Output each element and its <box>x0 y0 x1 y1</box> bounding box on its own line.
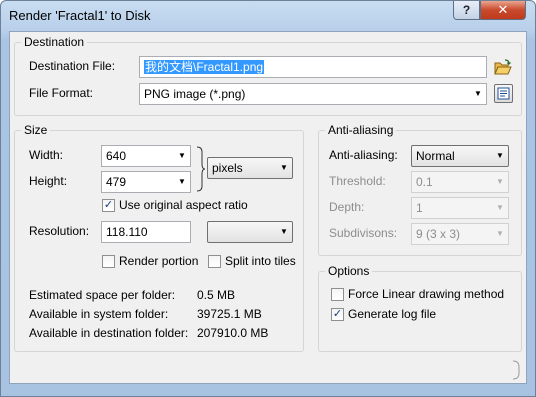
title-bar[interactable]: Render 'Fractal1' to Disk ? ✕ <box>1 1 535 31</box>
subdivisions-value: 9 (3 x 3) <box>416 227 461 241</box>
unit-value: pixels <box>212 161 243 175</box>
chevron-down-icon: ▼ <box>474 89 482 98</box>
file-format-label: File Format: <box>29 86 94 100</box>
aspect-ratio-label: Use original aspect ratio <box>119 198 248 212</box>
antialiasing-mode-value: Normal <box>416 149 455 163</box>
resolution-input[interactable]: 118.110 <box>101 221 191 243</box>
options-group-title: Options <box>325 264 373 278</box>
options-group: Options Force Linear drawing method ✓ Ge… <box>318 264 522 352</box>
folder-open-icon[interactable] <box>493 57 513 77</box>
subdivisions-label: Subdivisons: <box>329 226 398 240</box>
height-value: 479 <box>106 175 127 189</box>
avail-system-label: Available in system folder: <box>29 307 169 321</box>
link-bracket-icon <box>196 146 205 192</box>
size-group-title: Size <box>21 123 51 137</box>
antialiasing-group-title: Anti-aliasing <box>325 123 397 137</box>
chevron-down-icon: ▼ <box>496 151 504 160</box>
antialiasing-group: Anti-aliasing Anti-aliasing: Normal ▼ Th… <box>318 123 522 256</box>
width-input[interactable]: 640 ▼ <box>101 145 191 167</box>
chevron-down-icon: ▼ <box>496 229 504 238</box>
est-space-label: Estimated space per folder: <box>29 288 176 302</box>
subdivisions-select[interactable]: 9 (3 x 3) ▼ <box>411 223 509 245</box>
destination-group: Destination Destination File: 我的文档\Fract… <box>14 35 522 116</box>
close-button[interactable]: ✕ <box>480 1 526 20</box>
width-label: Width: <box>29 148 64 162</box>
est-space-value: 0.5 MB <box>197 288 236 302</box>
threshold-value: 0.1 <box>416 175 433 189</box>
destination-file-input[interactable]: 我的文档\Fractal1.png <box>139 56 487 78</box>
file-format-value: PNG image (*.png) <box>144 87 246 101</box>
avail-system-value: 39725.1 MB <box>197 307 262 321</box>
help-button[interactable]: ? <box>453 1 480 20</box>
destination-file-label: Destination File: <box>29 59 116 73</box>
force-linear-checkbox[interactable] <box>331 288 344 301</box>
generate-log-label: Generate log file <box>348 307 437 321</box>
chevron-down-icon: ▼ <box>496 177 504 186</box>
resolution-value: 118.110 <box>106 225 148 239</box>
render-portion-checkbox[interactable] <box>102 255 115 268</box>
height-input[interactable]: 479 ▼ <box>101 171 191 193</box>
avail-dest-label: Available in destination folder: <box>29 326 189 340</box>
chevron-down-icon: ▼ <box>178 177 186 186</box>
file-format-select[interactable]: PNG image (*.png) ▼ <box>139 83 487 105</box>
size-group: Size Width: 640 ▼ Height: 479 ▼ pixels ▼… <box>14 123 304 352</box>
chevron-down-icon: ▼ <box>280 227 288 236</box>
window-title: Render 'Fractal1' to Disk <box>9 8 151 23</box>
checkmark-icon: ✓ <box>103 199 114 211</box>
threshold-label: Threshold: <box>329 174 386 188</box>
threshold-select[interactable]: 0.1 ▼ <box>411 171 509 193</box>
resolution-label: Resolution: <box>29 224 90 238</box>
width-value: 640 <box>106 149 127 163</box>
antialiasing-mode-label: Anti-aliasing: <box>329 148 398 162</box>
destination-group-title: Destination <box>21 35 88 49</box>
chevron-down-icon: ▼ <box>280 163 288 172</box>
checkmark-icon: ✓ <box>332 308 343 320</box>
depth-select[interactable]: 1 ▼ <box>411 197 509 219</box>
depth-label: Depth: <box>329 200 365 214</box>
options-icon[interactable] <box>494 84 513 103</box>
avail-dest-value: 207910.0 MB <box>197 326 269 340</box>
antialiasing-mode-select[interactable]: Normal ▼ <box>411 145 509 167</box>
render-dialog: Render 'Fractal1' to Disk ? ✕ Destinatio… <box>0 0 536 397</box>
destination-file-value: 我的文档\Fractal1.png <box>144 60 265 74</box>
generate-log-checkbox[interactable]: ✓ <box>331 308 344 321</box>
resize-grip-icon[interactable] <box>511 360 523 380</box>
depth-value: 1 <box>416 201 423 215</box>
height-label: Height: <box>29 174 68 188</box>
render-portion-label: Render portion <box>119 254 199 268</box>
chevron-down-icon: ▼ <box>496 203 504 212</box>
force-linear-label: Force Linear drawing method <box>348 287 505 301</box>
chevron-down-icon: ▼ <box>178 151 186 160</box>
split-tiles-checkbox[interactable] <box>208 255 221 268</box>
split-tiles-label: Split into tiles <box>225 254 296 268</box>
dialog-body: Destination Destination File: 我的文档\Fract… <box>9 31 527 384</box>
unit-select[interactable]: pixels ▼ <box>207 157 293 179</box>
aspect-ratio-checkbox[interactable]: ✓ <box>102 199 115 212</box>
resolution-unit-select[interactable]: ▼ <box>207 221 293 243</box>
